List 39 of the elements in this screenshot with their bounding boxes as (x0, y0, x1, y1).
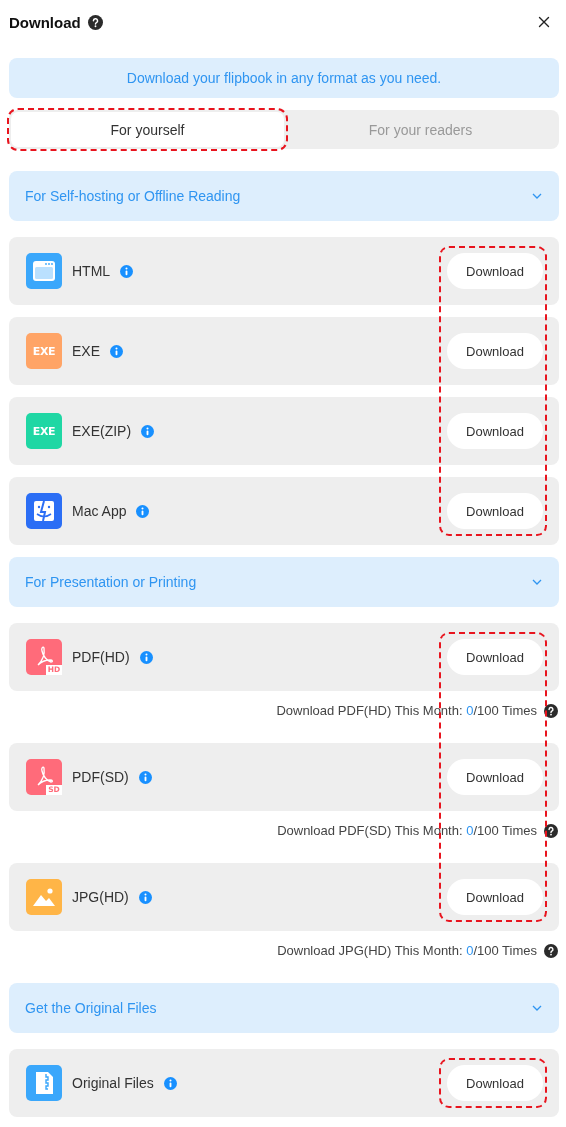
section-title: Get the Original Files (25, 1000, 158, 1016)
usage-limit-text: Download JPG(HD) This Month: 0/100 Times (277, 943, 537, 959)
info-icon[interactable] (120, 264, 134, 278)
download-button[interactable]: Download (447, 493, 543, 529)
format-name: Mac App (72, 503, 127, 519)
info-icon[interactable] (138, 770, 152, 784)
help-icon[interactable] (544, 824, 558, 838)
download-button[interactable]: Download (447, 639, 543, 675)
format-name: PDF(HD) (72, 649, 130, 665)
help-icon[interactable] (544, 944, 558, 958)
format-name: Original Files (72, 1075, 154, 1091)
icon-label: EXE (31, 423, 57, 440)
info-icon[interactable] (163, 1076, 177, 1090)
section-title: For Self-hosting or Offline Reading (25, 188, 242, 204)
download-button[interactable]: Download (447, 253, 543, 289)
download-button[interactable]: Download (447, 879, 543, 915)
format-name: EXE (72, 343, 100, 359)
info-icon[interactable] (141, 424, 155, 438)
download-button[interactable]: Download (447, 413, 543, 449)
info-icon[interactable] (136, 504, 150, 518)
usage-limit-text: Download PDF(SD) This Month: 0/100 Times (277, 823, 537, 839)
info-icon[interactable] (110, 344, 123, 358)
download-button[interactable]: Download (447, 333, 543, 369)
help-icon[interactable] (544, 704, 558, 718)
download-button[interactable]: Download (447, 1065, 543, 1101)
info-icon[interactable] (138, 890, 152, 904)
download-button[interactable]: Download (447, 759, 543, 795)
format-name: PDF(SD) (72, 769, 129, 785)
help-icon[interactable] (87, 14, 103, 30)
info-icon[interactable] (139, 650, 153, 664)
info-banner: Download your flipbook in any format as you need. (9, 58, 559, 98)
section-title: For Presentation or Printing (25, 574, 198, 590)
format-name: JPG(HD) (72, 889, 129, 905)
icon-label: EXE (31, 343, 57, 360)
close-icon[interactable] (538, 16, 550, 28)
dialog-title: Download (9, 13, 81, 31)
format-name: HTML (72, 263, 111, 279)
usage-limit-text: Download PDF(HD) This Month: 0/100 Times (276, 703, 537, 719)
format-name: EXE(ZIP) (72, 423, 132, 439)
